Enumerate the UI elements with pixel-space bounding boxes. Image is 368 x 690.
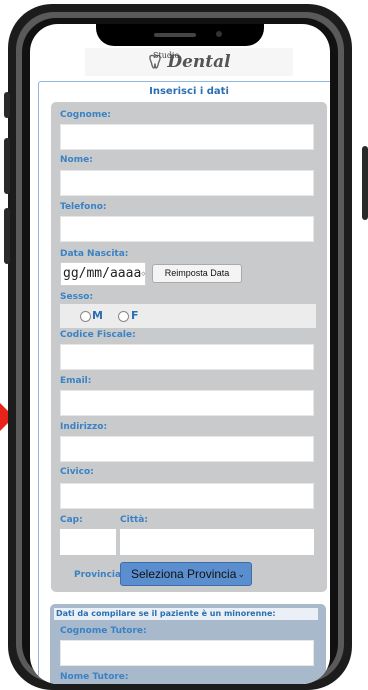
minor-section-title: Dati da compilare se il paziente è un mi…: [54, 608, 318, 620]
sesso-label: Sesso:: [60, 292, 94, 302]
nome-input[interactable]: [60, 170, 314, 196]
provincia-select[interactable]: Seleziona Provincia ⌄: [120, 562, 252, 586]
cognome-tutore-label: Cognome Tutore:: [60, 626, 147, 636]
email-label: Email:: [60, 376, 92, 386]
codice-fiscale-input[interactable]: [60, 344, 314, 370]
cap-label: Cap:: [60, 515, 83, 525]
cap-input[interactable]: [60, 529, 116, 555]
citta-input[interactable]: [120, 529, 314, 555]
sesso-f-label: F: [131, 309, 139, 322]
form-title: Inserisci i dati: [149, 86, 229, 97]
reset-date-button[interactable]: Reimposta Data: [152, 264, 242, 283]
nome-label: Nome:: [60, 155, 93, 165]
phone-volume-down-button: [4, 208, 10, 264]
front-camera: [216, 31, 222, 37]
cognome-tutore-input[interactable]: [60, 640, 314, 666]
date-spinner-icon[interactable]: ◇: [141, 270, 145, 278]
indirizzo-label: Indirizzo:: [60, 422, 108, 432]
sesso-options: M F: [60, 304, 316, 328]
speaker-grille: [154, 33, 196, 37]
civico-input[interactable]: [60, 483, 314, 509]
brand-logo: Studio Dental: [85, 48, 293, 76]
cognome-label: Cognome:: [60, 110, 111, 120]
chevron-down-icon: ⌄: [237, 569, 245, 579]
phone-volume-up-button: [4, 138, 10, 194]
cognome-input[interactable]: [60, 124, 314, 150]
telefono-label: Telefono:: [60, 202, 107, 212]
telefono-input[interactable]: [60, 216, 314, 242]
nome-tutore-label: Nome Tutore:: [60, 672, 129, 682]
data-nascita-input[interactable]: gg/mm/aaaa◇: [60, 262, 146, 286]
phone-notch: [96, 24, 264, 46]
date-value-text: gg/mm/aaaa: [63, 266, 142, 281]
civico-label: Civico:: [60, 467, 94, 477]
provincia-label: Provincia:: [74, 570, 125, 580]
codice-fiscale-label: Codice Fiscale:: [60, 330, 136, 340]
phone-power-button: [362, 146, 368, 220]
data-nascita-label: Data Nascita:: [60, 249, 129, 259]
phone-mute-button: [4, 92, 10, 118]
citta-label: Città:: [120, 515, 148, 525]
sesso-m-radio[interactable]: [80, 311, 91, 322]
sesso-m-label: M: [92, 309, 103, 322]
email-input[interactable]: [60, 390, 314, 416]
indirizzo-input[interactable]: [60, 436, 314, 462]
logo-studio-text: Studio: [153, 51, 180, 60]
provincia-selected-text: Seleziona Provincia: [131, 567, 237, 581]
phone-screen: Studio Dental Inserisci i dati Dati da c…: [30, 24, 330, 684]
sesso-f-radio[interactable]: [118, 311, 129, 322]
